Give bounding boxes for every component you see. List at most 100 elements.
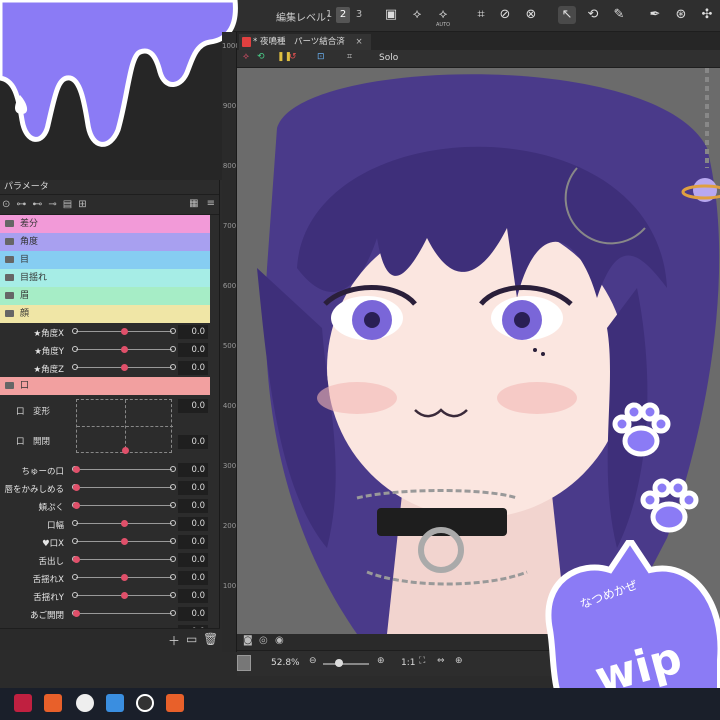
arrow-select-icon[interactable]: ↖ — [558, 6, 576, 24]
brush-icon[interactable]: ✎ — [610, 6, 628, 24]
param-group[interactable]: 差分 — [0, 215, 210, 233]
param-knob[interactable] — [121, 538, 128, 545]
param-value[interactable]: 0.0 — [178, 517, 208, 531]
paint-icon[interactable] — [106, 694, 124, 712]
param-value[interactable]: 0.0 — [178, 399, 208, 413]
grid-icon[interactable]: ⊞ — [78, 199, 86, 210]
param-knob[interactable] — [121, 328, 128, 335]
person-card-icon[interactable]: ▣ — [382, 6, 400, 24]
menu-icon[interactable]: ≡ — [207, 198, 215, 209]
zoom-out-icon[interactable]: ⊖ — [309, 656, 317, 666]
param-row[interactable]: あご開閉 0.0 — [0, 605, 210, 623]
zoom-slider[interactable] — [323, 663, 369, 665]
table-icon[interactable]: ▤ — [63, 199, 72, 210]
param-knob[interactable] — [73, 466, 80, 473]
param-value[interactable]: 0.0 — [178, 589, 208, 603]
rotate-tool-icon[interactable]: ⊛ — [672, 6, 690, 24]
app-icon-1[interactable] — [14, 694, 32, 712]
param-row[interactable]: ★角度X 0.0 — [0, 323, 210, 341]
param-slider[interactable] — [76, 469, 172, 470]
param-value[interactable]: 0.0 — [178, 361, 208, 375]
bind-icon[interactable]: ⊗ — [522, 6, 540, 24]
param-knob[interactable] — [121, 364, 128, 371]
param-value[interactable]: 0.0 — [178, 435, 208, 449]
obs-icon[interactable] — [136, 694, 154, 712]
param-value[interactable]: 0.0 — [178, 571, 208, 585]
layout-icon[interactable]: ▦ — [189, 198, 198, 209]
link2-icon[interactable]: ⊷ — [32, 199, 42, 210]
zoom-value[interactable]: 52.8 — [271, 658, 291, 668]
flip-icon[interactable]: ⇔ — [437, 656, 445, 666]
param-mouth-deform-2d[interactable]: 口 変形 口 開閉 0.0 0.0 — [0, 395, 210, 461]
param-slider[interactable] — [76, 487, 172, 488]
cubism-viewer-icon[interactable] — [166, 694, 184, 712]
param-row[interactable]: ♥口X 0.0 — [0, 533, 210, 551]
lasso-icon[interactable]: ⟲ — [584, 6, 602, 24]
param-knob[interactable] — [121, 346, 128, 353]
param-slider[interactable] — [76, 613, 172, 614]
deform-tool-icon[interactable]: ⟡ — [408, 6, 426, 24]
pen-tool-icon[interactable]: ✒ — [646, 6, 664, 24]
param-value[interactable]: 0.0 — [178, 535, 208, 549]
param-group[interactable]: 目揺れ — [0, 269, 210, 287]
param-value[interactable]: 0.0 — [178, 553, 208, 567]
solo-toggle[interactable]: Solo — [379, 53, 398, 63]
path-view-icon[interactable]: ⟲ — [257, 52, 265, 62]
param-row[interactable]: 舌揺れX 0.0 — [0, 569, 210, 587]
edit-level-3-button[interactable]: 3 — [352, 7, 366, 23]
folder-icon[interactable]: ▭ — [186, 632, 197, 646]
actual-size-button[interactable]: 1:1 — [401, 658, 415, 668]
param-value[interactable]: 0.0 — [178, 343, 208, 357]
mesh-select-icon[interactable]: ⌗ — [472, 6, 490, 24]
param-group-mouth[interactable]: 口 — [0, 377, 210, 395]
param-value[interactable]: 0.0 — [178, 463, 208, 477]
param-knob[interactable] — [121, 592, 128, 599]
param-group[interactable]: 顔 — [0, 305, 210, 323]
warp-tool-icon[interactable]: ✣ — [698, 6, 716, 24]
clip-studio-icon[interactable] — [76, 694, 94, 712]
zoom-slider-knob[interactable] — [335, 659, 343, 667]
param-row[interactable]: 舌出し 0.0 — [0, 551, 210, 569]
color-swatch[interactable] — [237, 655, 251, 671]
grid-view-icon[interactable]: ⌗ — [347, 52, 352, 62]
edit-level-1-button[interactable]: 1 — [322, 7, 336, 23]
param-value[interactable]: 0.0 — [178, 481, 208, 495]
add-icon[interactable]: ＋ — [168, 632, 180, 649]
param-knob[interactable] — [121, 574, 128, 581]
glue-icon[interactable]: ⊘ — [496, 6, 514, 24]
fit-icon[interactable]: ⛶ — [419, 656, 425, 666]
param-2d-grid[interactable] — [76, 399, 173, 454]
reset-icon[interactable]: ↺ — [289, 52, 297, 62]
param-row[interactable]: ちゅーの口 0.0 — [0, 461, 210, 479]
param-value[interactable]: 0.0 — [178, 499, 208, 513]
param-slider[interactable] — [76, 505, 172, 506]
param-knob[interactable] — [73, 556, 80, 563]
param-group[interactable]: 角度 — [0, 233, 210, 251]
keyform-icon[interactable]: ⊸ — [48, 199, 56, 210]
zoom-in-icon[interactable]: ⊕ — [377, 656, 385, 666]
param-knob[interactable] — [121, 520, 128, 527]
edit-level-2-button[interactable]: 2 — [336, 7, 350, 23]
param-row[interactable]: ★角度Z 0.0 — [0, 359, 210, 377]
param-row[interactable]: 唇をかみしめる 0.0 — [0, 479, 210, 497]
param-row[interactable]: 頬ぷく 0.0 — [0, 497, 210, 515]
param-slider[interactable] — [76, 559, 172, 560]
trash-icon[interactable]: 🗑 — [203, 632, 218, 646]
close-icon[interactable]: × — [356, 37, 363, 47]
param-knob[interactable] — [73, 610, 80, 617]
collapse-icon[interactable]: ⊙ — [2, 199, 10, 210]
link-icon[interactable]: ⊶ — [16, 199, 26, 210]
param-2d-knob[interactable] — [122, 447, 129, 454]
record-icon[interactable]: ◉ — [275, 635, 284, 646]
cubism-icon[interactable] — [44, 694, 62, 712]
tab-document[interactable]: * 夜鳴種 パーツ結合済 × — [239, 34, 371, 50]
deformer-view-icon[interactable]: ⟡ — [243, 52, 249, 62]
param-value[interactable]: 0.0 — [178, 607, 208, 621]
capture-icon[interactable]: ◎ — [259, 635, 268, 646]
frame-icon[interactable]: ⊡ — [317, 52, 325, 62]
param-row[interactable]: 口幅 0.0 — [0, 515, 210, 533]
param-knob[interactable] — [73, 484, 80, 491]
param-group[interactable]: 目 — [0, 251, 210, 269]
rotate-view-icon[interactable]: ⊕ — [455, 656, 463, 666]
param-row[interactable]: ★角度Y 0.0 — [0, 341, 210, 359]
